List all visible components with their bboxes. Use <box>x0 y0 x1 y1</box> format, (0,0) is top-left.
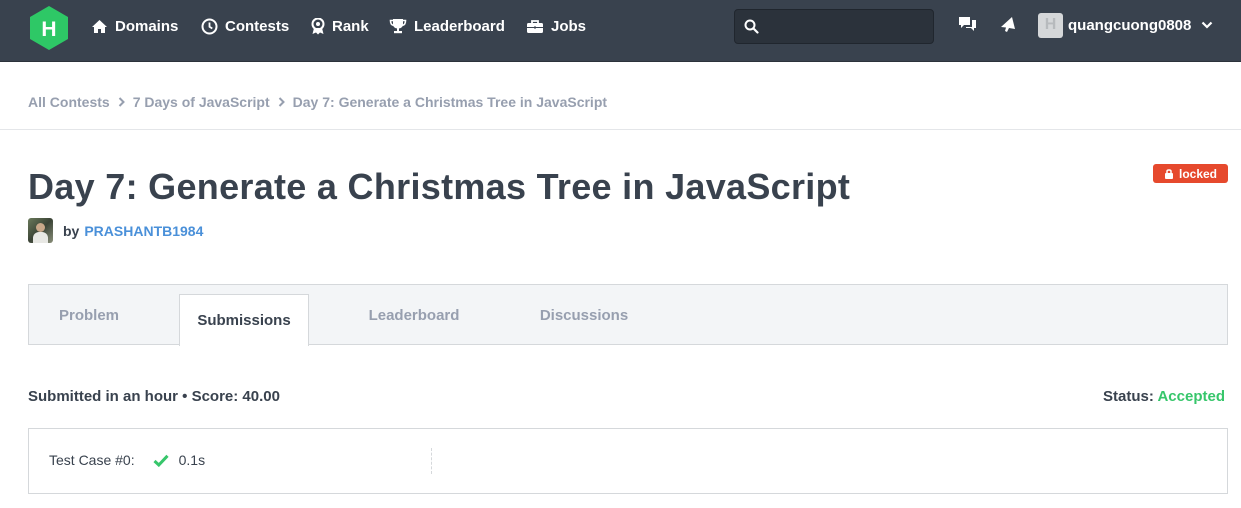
status-value: Accepted <box>1157 388 1225 405</box>
hackerrank-logo[interactable]: H <box>28 5 70 51</box>
check-icon <box>153 454 169 467</box>
lock-icon <box>1164 169 1173 179</box>
page-title: Day 7: Generate a Christmas Tree in Java… <box>28 166 851 207</box>
submission-summary: Submitted in an hour • Score: 40.00 <box>28 388 280 405</box>
home-icon <box>92 19 107 33</box>
challenge-tabs: Problem Submissions Leaderboard Discussi… <box>28 284 1228 346</box>
ribbon-icon <box>311 17 325 34</box>
clock-icon <box>201 18 218 34</box>
user-menu[interactable]: H quangcuong0808 <box>1038 12 1213 38</box>
nav-rank-label: Rank <box>332 17 369 35</box>
user-avatar: H <box>1038 12 1063 38</box>
chevron-down-icon <box>1202 21 1213 29</box>
search-box[interactable] <box>734 9 934 44</box>
breadcrumb-challenge[interactable]: Day 7: Generate a Christmas Tree in Java… <box>293 94 607 110</box>
chevron-right-icon <box>278 97 285 107</box>
top-navbar: H Domains Contests Rank Leaderboard Jobs… <box>0 0 1241 62</box>
messages-icon[interactable] <box>957 15 978 34</box>
breadcrumb: All Contests 7 Days of JavaScript Day 7:… <box>28 94 607 110</box>
trophy-icon <box>389 19 407 34</box>
breadcrumb-all-contests[interactable]: All Contests <box>28 94 110 110</box>
author-row: by PRASHANTB1984 <box>28 218 203 243</box>
by-label: by <box>63 222 80 239</box>
test-case-panel: Test Case #0: 0.1s <box>28 428 1228 494</box>
nav-rank[interactable]: Rank <box>311 0 369 52</box>
locked-label: locked <box>1178 166 1217 181</box>
nav-domains-label: Domains <box>115 17 179 35</box>
search-icon <box>744 19 759 34</box>
tab-problem[interactable]: Problem <box>29 285 149 345</box>
author-avatar[interactable] <box>28 218 53 243</box>
nav-jobs[interactable]: Jobs <box>526 0 586 52</box>
search-input[interactable] <box>767 16 927 38</box>
nav-contests[interactable]: Contests <box>201 0 289 52</box>
author-link[interactable]: PRASHANTB1984 <box>84 223 203 239</box>
breadcrumb-contest[interactable]: 7 Days of JavaScript <box>133 94 270 110</box>
tab-submissions[interactable]: Submissions <box>179 294 309 346</box>
username: quangcuong0808 <box>1068 16 1192 34</box>
nav-leaderboard-label: Leaderboard <box>414 17 505 35</box>
nav-leaderboard[interactable]: Leaderboard <box>389 0 505 52</box>
nav-contests-label: Contests <box>225 17 290 35</box>
chevron-right-icon <box>118 97 125 107</box>
notifications-icon[interactable] <box>998 15 1018 35</box>
briefcase-icon <box>527 19 543 33</box>
logo-letter: H <box>41 18 56 41</box>
test-case-row[interactable]: Test Case #0: 0.1s <box>49 452 205 468</box>
test-case-divider <box>431 448 432 474</box>
header-divider <box>0 129 1241 130</box>
nav-jobs-label: Jobs <box>551 17 587 35</box>
test-case-label: Test Case #0: <box>49 452 135 468</box>
tab-discussions[interactable]: Discussions <box>519 285 649 345</box>
nav-domains[interactable]: Domains <box>91 0 178 52</box>
status-label: Status: <box>1103 388 1154 405</box>
locked-badge: locked <box>1153 164 1228 183</box>
submission-status: Status: Accepted <box>1103 388 1225 405</box>
tab-leaderboard[interactable]: Leaderboard <box>349 285 479 345</box>
test-case-time: 0.1s <box>178 452 206 468</box>
